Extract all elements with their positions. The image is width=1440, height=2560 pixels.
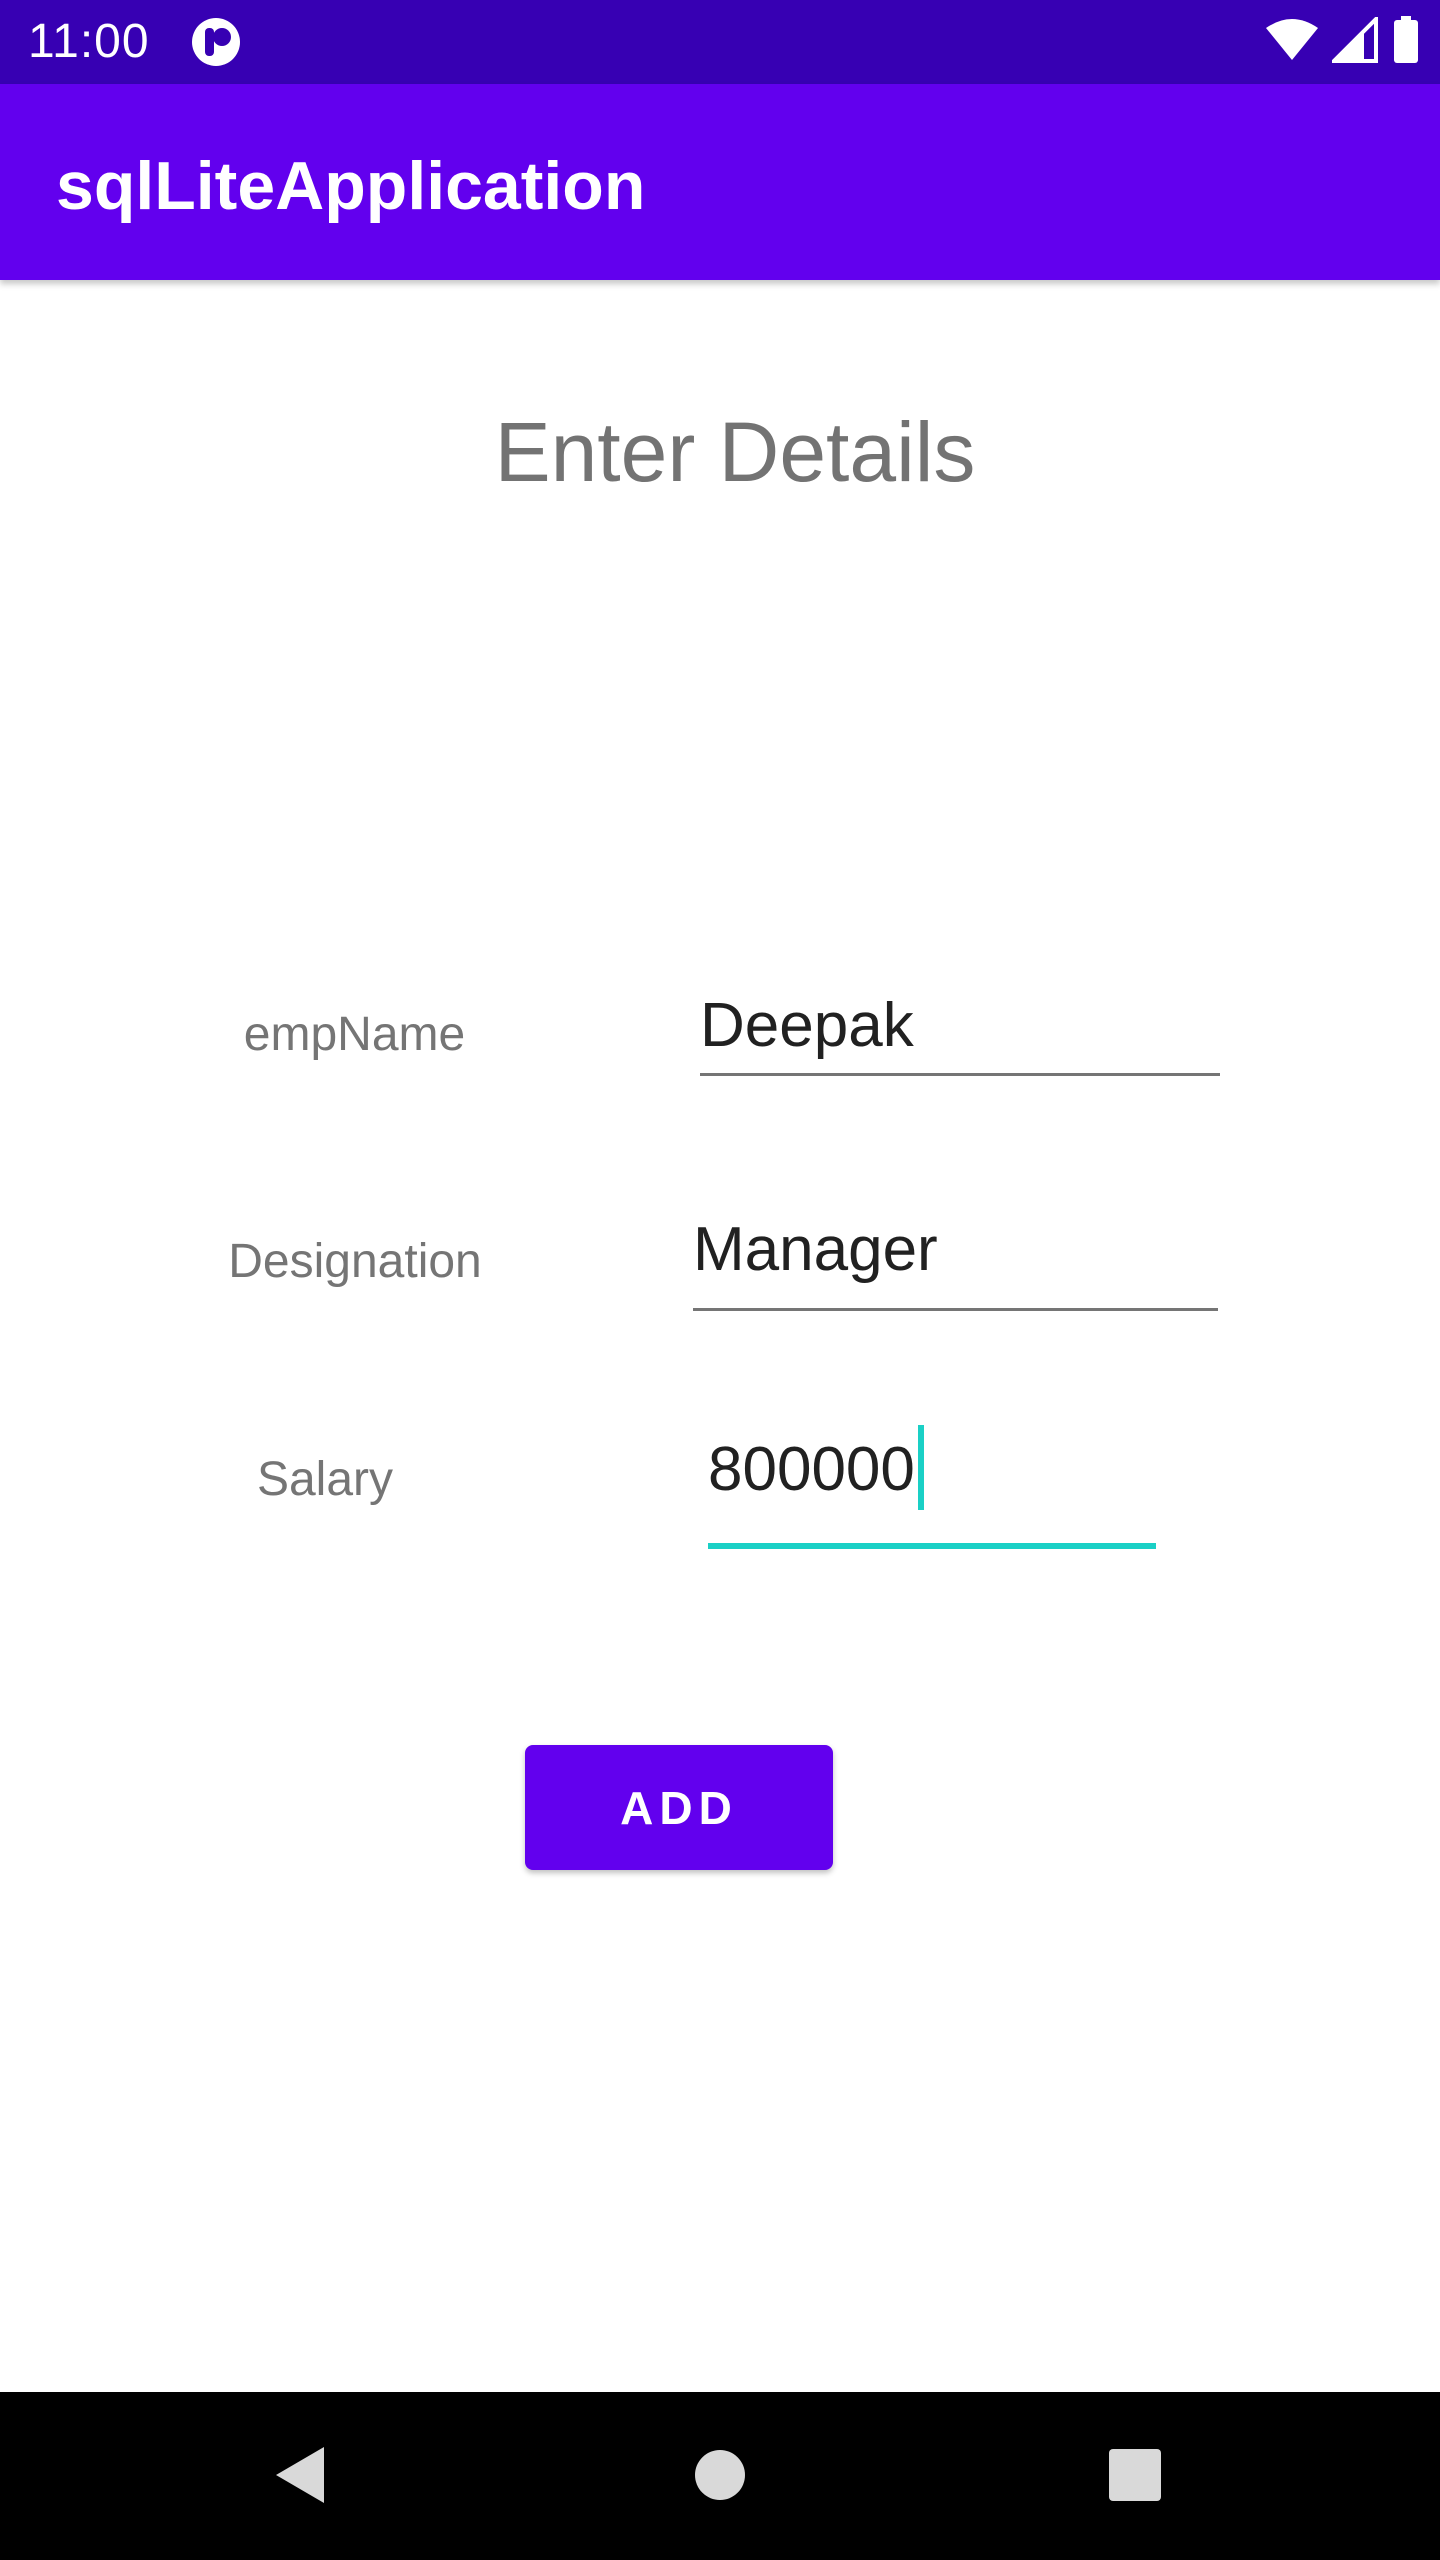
recents-button[interactable] bbox=[1090, 2432, 1180, 2522]
add-button[interactable]: ADD bbox=[525, 1745, 833, 1870]
app-bar: sqlLiteApplication bbox=[0, 84, 1440, 280]
back-button[interactable] bbox=[255, 2432, 345, 2522]
status-icons bbox=[1266, 13, 1420, 69]
screen: 11:00 sqlLiteApplication Enter Details e… bbox=[0, 0, 1440, 2560]
home-button[interactable] bbox=[675, 2432, 765, 2522]
emp-name-input[interactable] bbox=[700, 984, 1220, 1068]
salary-label: Salary bbox=[256, 1453, 394, 1506]
app-title: sqlLiteApplication bbox=[56, 148, 646, 224]
designation-label: Designation bbox=[228, 1235, 482, 1288]
emp-name-label: empName bbox=[243, 1008, 466, 1061]
text-cursor bbox=[918, 1425, 924, 1510]
home-icon bbox=[693, 2448, 747, 2507]
cellular-signal-icon bbox=[1329, 13, 1378, 68]
navigation-bar bbox=[0, 2392, 1440, 2560]
recents-icon bbox=[1108, 2448, 1162, 2507]
status-bar: 11:00 bbox=[0, 0, 1440, 84]
emp-name-underline bbox=[700, 1073, 1220, 1076]
wifi-icon bbox=[1266, 18, 1318, 67]
battery-icon bbox=[1392, 15, 1420, 69]
page-heading: Enter Details bbox=[494, 405, 976, 499]
salary-input[interactable] bbox=[708, 1428, 1158, 1512]
back-icon bbox=[272, 2443, 328, 2512]
designation-underline bbox=[693, 1308, 1218, 1311]
app-notification-icon bbox=[190, 16, 242, 68]
status-time: 11:00 bbox=[28, 15, 150, 68]
salary-underline bbox=[708, 1543, 1156, 1549]
designation-input[interactable] bbox=[693, 1208, 1218, 1292]
